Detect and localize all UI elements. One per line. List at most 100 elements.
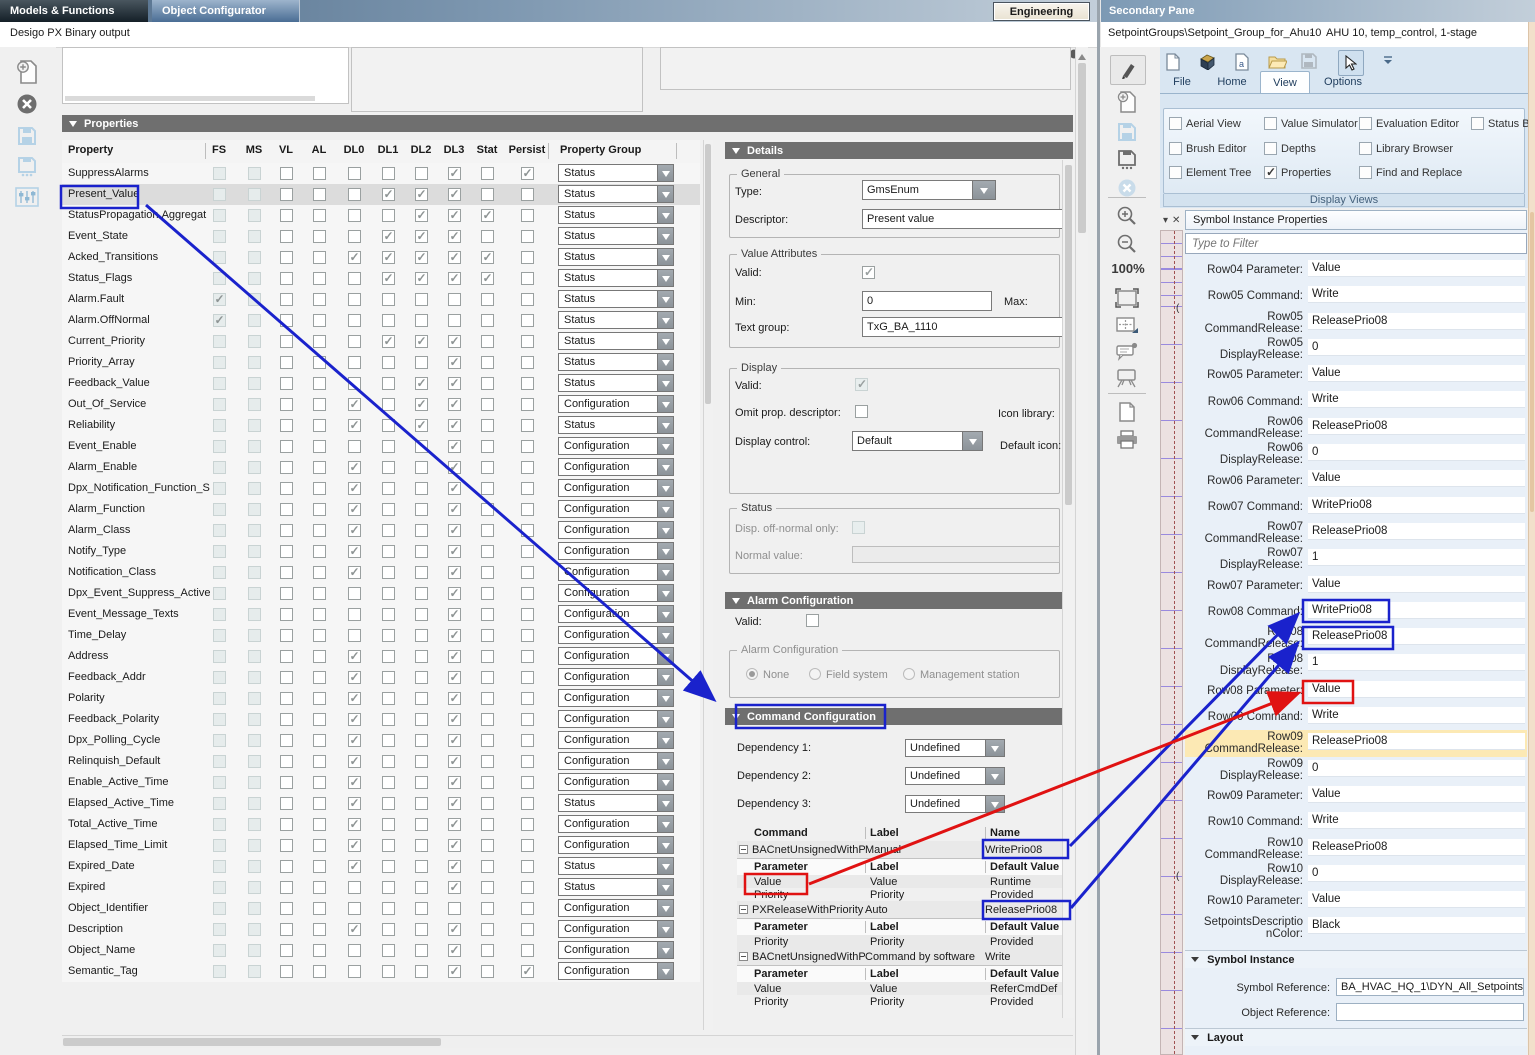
property-row[interactable]: Object_NameConfiguration [62, 940, 700, 961]
sip-row[interactable]: Row09CommandRelease:ReleasePrio08 [1185, 730, 1527, 756]
dropdown-button[interactable] [972, 180, 996, 200]
checkbox-persist[interactable] [521, 440, 534, 453]
checkbox-persist[interactable] [521, 272, 534, 285]
checkbox-vl[interactable] [280, 566, 293, 579]
collapse-minus-icon[interactable] [739, 905, 748, 914]
property-row[interactable]: Notification_ClassConfiguration [62, 562, 700, 583]
sip-row-value[interactable]: Value [1308, 786, 1525, 803]
checkbox-al[interactable] [313, 188, 326, 201]
checkbox-dl3[interactable] [448, 293, 461, 306]
command-config-header[interactable]: Command Configuration [725, 708, 1073, 725]
radio-none[interactable] [746, 668, 758, 680]
dropdown-button[interactable] [657, 353, 674, 371]
checkbox-dl0[interactable] [348, 587, 361, 600]
checkbox-vl[interactable] [280, 314, 293, 327]
checkbox-dl1[interactable] [382, 944, 395, 957]
checkbox-ms[interactable] [248, 251, 261, 264]
checkbox-vl[interactable] [280, 839, 293, 852]
checkbox-persist[interactable] [521, 608, 534, 621]
checkbox-fs[interactable] [213, 503, 226, 516]
property-row[interactable]: ExpiredStatus [62, 877, 700, 898]
checkbox-stat[interactable] [481, 461, 494, 474]
checkbox-al[interactable] [313, 650, 326, 663]
checkbox-persist[interactable] [521, 251, 534, 264]
dropdown-button[interactable] [657, 605, 674, 623]
checkbox-stat[interactable] [481, 272, 494, 285]
checkbox-al[interactable] [313, 881, 326, 894]
checkbox-ms[interactable] [248, 545, 261, 558]
checkbox-vl[interactable] [280, 881, 293, 894]
sip-row-value[interactable]: 1 [1308, 654, 1525, 671]
property-row[interactable]: Feedback_PolarityConfiguration [62, 709, 700, 730]
checkbox-al[interactable] [313, 356, 326, 369]
property-row[interactable]: Alarm.FaultStatus [62, 289, 700, 310]
checkbox-vl[interactable] [280, 629, 293, 642]
checkbox-dl0[interactable] [348, 776, 361, 789]
checkbox-dl0[interactable] [348, 314, 361, 327]
checkbox-ms[interactable] [248, 377, 261, 390]
dropdown-button[interactable] [657, 626, 674, 644]
property-row[interactable]: Alarm_EnableConfiguration [62, 457, 700, 478]
checkbox-al[interactable] [313, 671, 326, 684]
checkbox-persist[interactable] [521, 587, 534, 600]
property-group-dropdown[interactable]: Status [558, 332, 674, 350]
checkbox-fs[interactable] [213, 902, 226, 915]
checkbox-dl2[interactable] [415, 923, 428, 936]
sip-row-value[interactable]: Value [1308, 576, 1525, 593]
dropdown-button[interactable] [657, 794, 674, 812]
property-row[interactable]: Feedback_AddrConfiguration [62, 667, 700, 688]
checkbox-dl1[interactable] [382, 755, 395, 768]
checkbox-persist[interactable] [521, 335, 534, 348]
checkbox-al[interactable] [313, 692, 326, 705]
panel-menu-icon[interactable]: ▾ [1163, 215, 1168, 226]
checkbox-fs[interactable] [213, 608, 226, 621]
checkbox-fs[interactable] [213, 860, 226, 873]
checkbox-persist[interactable] [521, 671, 534, 684]
checkbox-persist[interactable] [521, 188, 534, 201]
checkbox-dl3[interactable] [448, 524, 461, 537]
checkbox-dl1[interactable] [382, 545, 395, 558]
checkbox-dl0[interactable] [348, 545, 361, 558]
save-as-icon[interactable] [14, 154, 40, 180]
column-header-property[interactable]: Property [68, 144, 113, 156]
sip-row-value[interactable]: Value [1308, 260, 1525, 277]
property-group-dropdown[interactable]: Configuration [558, 815, 674, 833]
collapse-minus-icon[interactable] [739, 952, 748, 961]
checkbox-dl2[interactable] [415, 503, 428, 516]
checkbox-ms[interactable] [248, 839, 261, 852]
checkbox-al[interactable] [313, 713, 326, 726]
checkbox-dl0[interactable] [348, 839, 361, 852]
checkbox-persist[interactable] [521, 797, 534, 810]
checkbox-vl[interactable] [280, 713, 293, 726]
checkbox-dl1[interactable] [382, 377, 395, 390]
checkbox-stat[interactable] [481, 776, 494, 789]
checkbox-vl[interactable] [280, 860, 293, 873]
min-field[interactable]: 0 [862, 291, 992, 311]
checkbox-fs[interactable] [213, 440, 226, 453]
property-group-dropdown[interactable]: Configuration [558, 458, 674, 476]
checkbox-dl1[interactable] [382, 209, 395, 222]
checkbox-dl2[interactable] [415, 461, 428, 474]
checkbox-al[interactable] [313, 797, 326, 810]
checkbox-dl0[interactable] [348, 209, 361, 222]
checkbox-al[interactable] [313, 503, 326, 516]
checkbox-stat[interactable] [481, 860, 494, 873]
checkbox-dl0[interactable] [348, 755, 361, 768]
checkbox-stat[interactable] [481, 503, 494, 516]
sip-row-value[interactable]: WritePrio08 [1308, 602, 1525, 619]
table-scrollbar[interactable] [703, 140, 713, 1030]
checkbox-dl2[interactable] [415, 230, 428, 243]
checkbox-vl[interactable] [280, 965, 293, 978]
checkbox-vl[interactable] [280, 377, 293, 390]
checkbox-fs[interactable] [213, 566, 226, 579]
checkbox-dl3[interactable] [448, 902, 461, 915]
checkbox-persist[interactable] [521, 461, 534, 474]
checkbox-vl[interactable] [280, 440, 293, 453]
checkbox-dl1[interactable] [382, 818, 395, 831]
command-table-row[interactable]: PriorityPriorityProvided [737, 935, 1070, 948]
checkbox-persist[interactable] [521, 734, 534, 747]
dropdown-button[interactable] [985, 795, 1005, 813]
property-group-dropdown[interactable]: Configuration [558, 521, 674, 539]
property-group-dropdown[interactable]: Configuration [558, 962, 674, 980]
checkbox-dl3[interactable] [448, 314, 461, 327]
